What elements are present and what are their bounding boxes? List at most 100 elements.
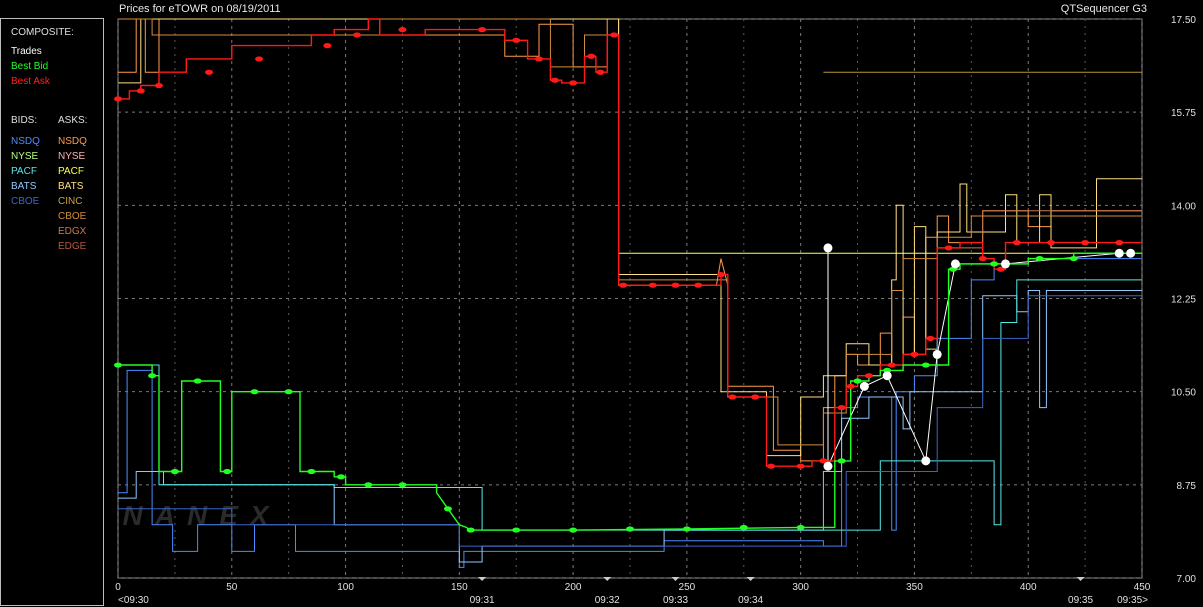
best-bid-marker bbox=[148, 373, 157, 379]
y-tick-label: 15.75 bbox=[1171, 108, 1196, 119]
best-bid-marker bbox=[1069, 255, 1078, 262]
time-marker-icon bbox=[746, 577, 755, 581]
trade-marker bbox=[1000, 259, 1010, 269]
best-bid-marker bbox=[250, 389, 259, 395]
y-tick-label: 17.50 bbox=[1171, 15, 1196, 26]
best-ask-marker bbox=[534, 56, 543, 62]
best-bid-marker bbox=[682, 526, 691, 532]
best-bid-marker bbox=[284, 389, 293, 395]
best-ask-marker bbox=[1046, 240, 1055, 246]
best-bid-marker bbox=[990, 261, 999, 267]
y-tick-label: 8.75 bbox=[1177, 481, 1197, 492]
x-tick-label: 50 bbox=[226, 582, 238, 593]
watermark: NANEX bbox=[123, 500, 281, 531]
price-chart[interactable]: NANEX 7.00 8.75 10.50 12.25 14.00 15.75 17.50 0 5… bbox=[0, 0, 1203, 607]
trade-marker bbox=[823, 461, 833, 471]
best-bid-marker bbox=[398, 482, 407, 488]
trade-marker bbox=[1126, 248, 1136, 258]
x-tick-label: 300 bbox=[792, 582, 809, 593]
x-tick-label: 200 bbox=[565, 582, 582, 593]
best-bid-marker bbox=[796, 524, 805, 531]
x-tick-label: 450 bbox=[1134, 582, 1151, 593]
best-ask-marker bbox=[154, 82, 163, 89]
best-ask-marker bbox=[887, 362, 896, 368]
best-ask-marker bbox=[944, 245, 953, 251]
best-ask-marker bbox=[114, 96, 122, 102]
trade-marker bbox=[882, 371, 892, 381]
y-tick-label: 14.00 bbox=[1171, 201, 1196, 212]
trade-marker bbox=[859, 381, 869, 391]
x-tick-label: 150 bbox=[451, 582, 468, 593]
best-ask-marker bbox=[398, 27, 407, 33]
trade-marker bbox=[932, 349, 942, 359]
best-ask-marker bbox=[694, 282, 703, 288]
best-ask-marker bbox=[837, 405, 846, 411]
y-tick-label: 7.00 bbox=[1177, 574, 1197, 585]
best-bid-marker bbox=[1035, 255, 1044, 262]
y-tick-label: 12.25 bbox=[1171, 295, 1196, 306]
time-label: <09:30 bbox=[118, 595, 149, 606]
x-tick-label: 350 bbox=[906, 582, 923, 593]
best-bid-marker bbox=[223, 468, 232, 475]
best-ask-marker bbox=[619, 282, 628, 288]
time-label: 09:32 bbox=[595, 595, 620, 606]
best-ask-marker bbox=[587, 53, 596, 59]
best-ask-marker bbox=[478, 27, 487, 33]
best-bid-marker bbox=[364, 482, 373, 488]
trade-marker bbox=[1114, 248, 1124, 258]
best-bid-marker bbox=[837, 458, 846, 464]
time-label: 09:34 bbox=[738, 595, 763, 606]
best-ask-marker bbox=[1115, 240, 1124, 246]
time-label: 09:33 bbox=[663, 595, 688, 606]
best-bid-marker bbox=[512, 527, 521, 533]
best-bid-marker bbox=[921, 362, 930, 368]
best-ask-marker bbox=[255, 56, 264, 62]
best-bid-marker bbox=[307, 468, 316, 475]
best-bid-marker bbox=[853, 378, 862, 384]
best-ask-marker bbox=[648, 282, 657, 288]
x-tick-label: 250 bbox=[679, 582, 696, 593]
best-ask-marker bbox=[136, 88, 145, 94]
best-bid-marker bbox=[337, 474, 346, 480]
time-marker-icon bbox=[671, 577, 680, 581]
best-bid-marker bbox=[193, 378, 202, 384]
trade-marker bbox=[921, 456, 931, 466]
time-marker-icon bbox=[1076, 577, 1085, 581]
best-bid-marker bbox=[170, 468, 179, 475]
best-ask-marker bbox=[610, 32, 619, 38]
best-ask-marker bbox=[728, 394, 737, 400]
time-label: 09:35> bbox=[1117, 595, 1148, 606]
best-ask-marker bbox=[1081, 240, 1090, 246]
trade-marker bbox=[823, 243, 833, 253]
time-label: 09:31 bbox=[470, 595, 495, 606]
best-ask-marker bbox=[846, 383, 855, 389]
x-tick-label: 400 bbox=[1020, 582, 1037, 593]
time-marker-icon bbox=[603, 577, 612, 581]
best-bid-marker bbox=[443, 506, 452, 512]
trade-marker bbox=[950, 259, 960, 269]
time-label: 09:35 bbox=[1068, 595, 1093, 606]
x-tick-label: 100 bbox=[337, 582, 354, 593]
best-ask-marker bbox=[767, 463, 776, 469]
best-ask-marker bbox=[352, 32, 361, 38]
best-bid-marker bbox=[626, 526, 634, 532]
best-ask-marker bbox=[569, 80, 578, 86]
best-ask-marker bbox=[926, 335, 935, 342]
best-ask-marker bbox=[205, 69, 214, 75]
best-ask-marker bbox=[864, 373, 873, 379]
best-bid-marker bbox=[569, 527, 578, 533]
best-ask-marker bbox=[910, 351, 919, 357]
best-ask-marker bbox=[796, 463, 805, 469]
best-ask-marker bbox=[717, 271, 726, 278]
best-ask-marker bbox=[671, 282, 680, 288]
x-tick-label: 0 bbox=[115, 582, 121, 593]
best-ask-marker bbox=[978, 255, 987, 262]
y-tick-label: 10.50 bbox=[1171, 388, 1196, 399]
best-ask-marker bbox=[550, 77, 559, 83]
best-ask-marker bbox=[512, 37, 521, 43]
time-marker-icon bbox=[478, 577, 487, 581]
best-ask-marker bbox=[751, 394, 760, 400]
best-bid-marker bbox=[114, 362, 122, 368]
best-ask-marker bbox=[1012, 240, 1021, 246]
best-bid-marker bbox=[466, 527, 475, 533]
